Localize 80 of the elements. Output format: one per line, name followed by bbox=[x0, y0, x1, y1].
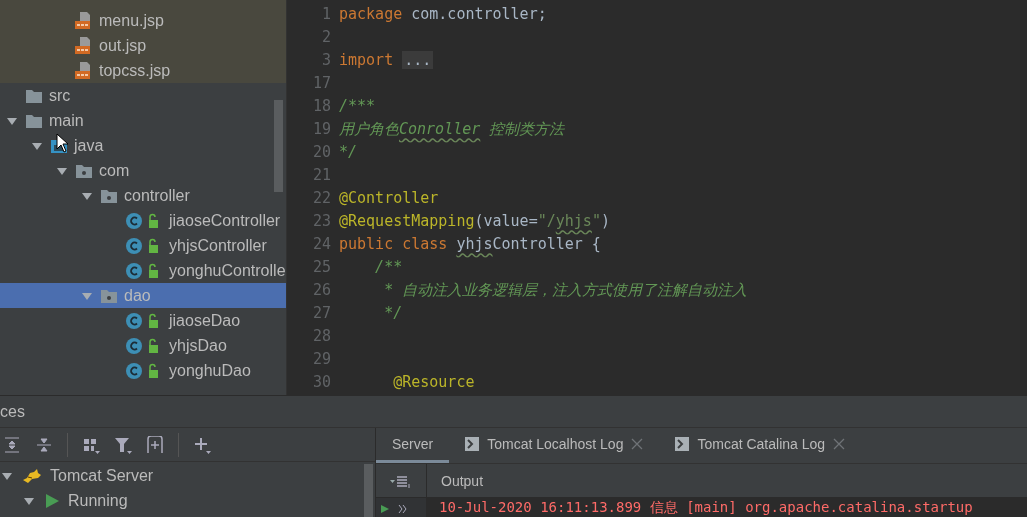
unlock-icon bbox=[149, 238, 158, 253]
tree-item[interactable]: controller bbox=[0, 183, 286, 208]
tree-item[interactable]: jiaoseController bbox=[0, 208, 286, 233]
expand-all-icon[interactable] bbox=[3, 435, 21, 454]
code-line: @RequestMapping(value="/yhjs") bbox=[339, 211, 610, 232]
line-number: 25 bbox=[311, 257, 331, 278]
code-line: /** bbox=[374, 257, 403, 278]
line-number: 3 bbox=[320, 50, 331, 71]
line-number: 2 bbox=[320, 27, 331, 48]
jsp-file-icon bbox=[75, 60, 93, 81]
class-icon bbox=[126, 212, 142, 229]
panel-title: ces bbox=[0, 402, 25, 421]
filter-icon[interactable] bbox=[114, 435, 132, 454]
add-icon[interactable] bbox=[193, 435, 211, 454]
line-number: 23 bbox=[311, 211, 331, 232]
unlock-icon bbox=[149, 313, 158, 328]
code-line: package com.controller; bbox=[339, 4, 547, 25]
class-icon bbox=[126, 312, 142, 329]
line-number: 26 bbox=[311, 280, 331, 301]
line-number: 21 bbox=[311, 165, 331, 186]
tomcat-icon bbox=[22, 467, 42, 484]
line-number: 29 bbox=[311, 349, 331, 370]
tree-item[interactable]: yonghuControlle bbox=[0, 258, 286, 283]
line-number: 19 bbox=[311, 119, 331, 140]
tree-item[interactable]: com bbox=[0, 158, 286, 183]
scrollbar[interactable] bbox=[274, 100, 283, 192]
scrollbar[interactable] bbox=[364, 464, 373, 517]
line-number: 1 bbox=[320, 4, 331, 25]
chevron-icon[interactable] bbox=[398, 504, 408, 514]
tree-item[interactable]: menu.jsp bbox=[0, 8, 286, 33]
tree-item[interactable]: src bbox=[0, 83, 286, 108]
class-icon bbox=[126, 362, 142, 379]
log-line: 10-Jul-2020 16:11:13.899 信息 [main] org.apache.catalina.startup bbox=[438, 498, 973, 516]
tree-item[interactable]: main bbox=[0, 108, 286, 133]
jsp-file-icon bbox=[75, 10, 93, 31]
code-line: * 自动注入业务逻辑层，注入方式使用了注解自动注入 bbox=[383, 280, 748, 301]
code-line: public class yhjsController { bbox=[339, 234, 601, 255]
class-icon bbox=[126, 262, 142, 279]
code-line: @Controller bbox=[339, 188, 439, 209]
line-number: 17 bbox=[311, 73, 331, 94]
tree-item[interactable]: Running bbox=[0, 488, 375, 513]
line-number: 24 bbox=[311, 234, 331, 255]
unlock-icon bbox=[149, 338, 158, 353]
line-number: 28 bbox=[311, 326, 331, 347]
collapse-all-icon[interactable] bbox=[35, 435, 53, 454]
unlock-icon bbox=[149, 213, 158, 228]
tree-item[interactable]: topcss.jsp bbox=[0, 58, 286, 83]
sort-icon[interactable] bbox=[390, 473, 412, 488]
console-icon bbox=[465, 437, 480, 451]
tab[interactable]: Server bbox=[376, 428, 450, 463]
cursor-icon bbox=[56, 133, 70, 153]
tab[interactable]: Tomcat Catalina Log bbox=[659, 428, 862, 463]
tree-item[interactable]: out.jsp bbox=[0, 33, 286, 58]
add-frame-icon[interactable] bbox=[146, 435, 164, 454]
line-number: 27 bbox=[311, 303, 331, 324]
tree-item[interactable]: yhjsDao bbox=[0, 333, 286, 358]
jsp-file-icon bbox=[75, 35, 93, 56]
line-number: 18 bbox=[311, 96, 331, 117]
tree-item[interactable]: jiaoseDao bbox=[0, 308, 286, 333]
console-icon bbox=[675, 437, 690, 451]
unlock-icon bbox=[149, 363, 158, 378]
tree-item[interactable]: Tomcat Server bbox=[0, 463, 375, 488]
code-line: */ bbox=[383, 303, 403, 324]
tab[interactable]: Tomcat Localhost Log bbox=[449, 428, 660, 463]
code-line: @Resource bbox=[392, 372, 475, 393]
unlock-icon bbox=[149, 263, 158, 278]
line-number: 22 bbox=[311, 188, 331, 209]
line-number: 20 bbox=[311, 142, 331, 163]
class-icon bbox=[126, 337, 142, 354]
class-icon bbox=[126, 237, 142, 254]
run-icon[interactable] bbox=[380, 504, 390, 514]
line-number: 30 bbox=[311, 372, 331, 393]
run-icon bbox=[44, 492, 60, 509]
tree-item[interactable]: yonghuDao bbox=[0, 358, 286, 383]
output-label: Output bbox=[440, 472, 484, 489]
code-line: */ bbox=[339, 142, 358, 163]
code-line: import ... bbox=[339, 50, 434, 71]
code-line: /*** bbox=[339, 96, 376, 117]
tree-item[interactable]: yhjsController bbox=[0, 233, 286, 258]
code-line: 用户角色Conroller 控制类方法 bbox=[339, 119, 565, 140]
